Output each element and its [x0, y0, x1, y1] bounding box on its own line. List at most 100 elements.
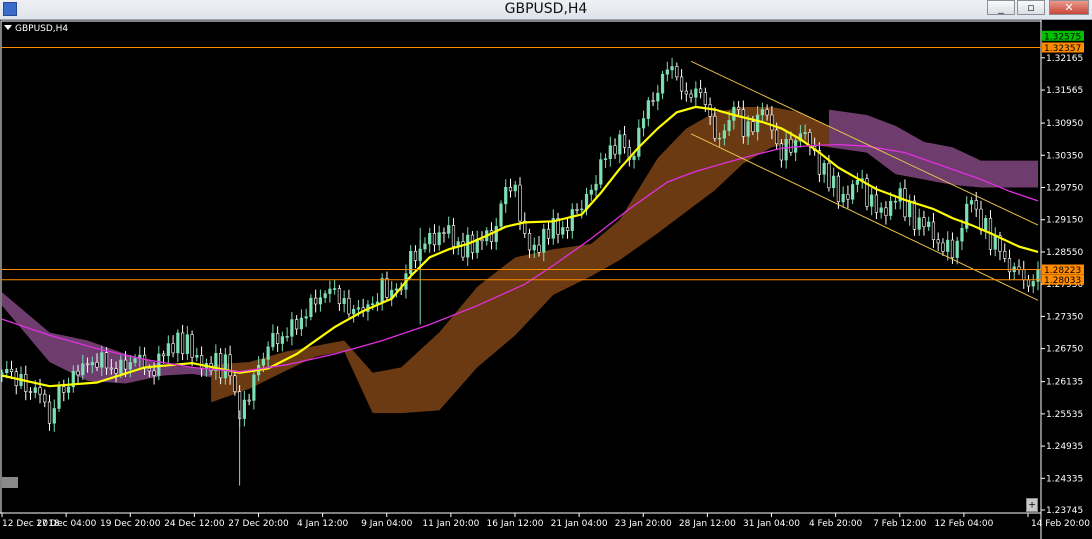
- candle: [908, 194, 912, 226]
- candle: [447, 216, 451, 239]
- price-chart[interactable]: 1.32165 1.31565 1.30950 1.30350 1.29750 1.291…: [0, 20, 1092, 539]
- candle: [965, 196, 969, 233]
- x-axis-tick-label: 7 Feb 12:00: [873, 519, 927, 529]
- candle-body: [247, 399, 251, 402]
- candle: [375, 292, 380, 312]
- candle: [670, 57, 674, 79]
- candle: [603, 153, 608, 168]
- candle: [176, 329, 180, 362]
- candle-body: [941, 242, 945, 252]
- candle-body: [703, 92, 707, 105]
- y-axis-tick-label: 1.29750: [1046, 184, 1083, 194]
- candle-body: [85, 363, 90, 366]
- candle: [1026, 274, 1031, 292]
- chart-symbol-label[interactable]: GBPUSD,H4: [4, 24, 68, 34]
- candle-body: [447, 225, 451, 234]
- price-tag-text: 1.32357: [1044, 44, 1081, 54]
- indicator-marker: [2, 477, 18, 488]
- candle: [413, 245, 418, 269]
- candle-body: [822, 162, 826, 175]
- candle: [166, 335, 170, 365]
- candle: [1022, 260, 1026, 289]
- candle-body: [180, 332, 185, 354]
- candle-body: [874, 194, 879, 213]
- candle-body: [271, 333, 275, 348]
- x-axis-tick-label: 21 Jan 04:00: [551, 519, 608, 529]
- candle: [380, 273, 384, 311]
- candle: [423, 237, 427, 253]
- candle: [185, 325, 189, 361]
- candle-body: [979, 208, 983, 231]
- candle-body: [908, 200, 912, 218]
- minimize-button[interactable]: _: [987, 0, 1015, 15]
- candle-body: [1003, 250, 1007, 259]
- candle: [352, 305, 356, 323]
- candle-body: [347, 298, 351, 315]
- candle-body: [57, 386, 61, 409]
- candle-body: [114, 368, 118, 374]
- candle: [931, 212, 936, 248]
- candle-body: [43, 393, 47, 403]
- candle: [470, 231, 475, 260]
- candle-body: [66, 386, 71, 393]
- candle-body: [969, 200, 974, 205]
- candle-body: [242, 399, 246, 419]
- candle: [432, 224, 437, 252]
- candle: [499, 200, 503, 231]
- candle: [190, 330, 194, 367]
- candle-body: [147, 368, 151, 372]
- candle-body: [903, 188, 907, 218]
- candle-body: [28, 391, 33, 393]
- candle: [993, 227, 997, 257]
- candle-body: [646, 100, 650, 119]
- restore-button[interactable]: ▫: [1017, 0, 1045, 15]
- candle-body: [9, 368, 14, 373]
- chart-area[interactable]: 1.32165 1.31565 1.30950 1.30350 1.29750 1.291…: [0, 20, 1092, 539]
- candle-body: [608, 145, 612, 160]
- candle: [242, 390, 246, 427]
- candle: [665, 61, 669, 82]
- x-axis-tick-label: 9 Jan 04:00: [361, 519, 413, 529]
- candle: [19, 366, 23, 390]
- candle-body: [480, 238, 484, 242]
- candle: [28, 387, 33, 400]
- candle-body: [679, 76, 684, 92]
- candle: [347, 289, 351, 318]
- candle: [361, 298, 365, 317]
- candle: [846, 185, 850, 209]
- candle-body: [656, 92, 660, 102]
- candle-body: [380, 278, 384, 303]
- candle-body: [309, 297, 313, 317]
- chart-shift-button[interactable]: +: [1026, 498, 1038, 512]
- candle-body: [641, 118, 646, 129]
- candle-body: [632, 156, 636, 160]
- candle: [461, 232, 465, 261]
- price-tag: 1.32357: [1042, 42, 1084, 54]
- candle-body: [694, 88, 698, 98]
- candle: [870, 187, 874, 216]
- candle: [546, 222, 551, 245]
- candle-body: [851, 184, 855, 200]
- close-button[interactable]: ✕: [1049, 0, 1089, 15]
- candle-body: [352, 308, 356, 315]
- candle-body: [304, 316, 308, 319]
- candle: [960, 219, 964, 251]
- candle-body: [1026, 279, 1031, 287]
- candle: [889, 192, 893, 221]
- y-axis-tick-label: 1.24335: [1046, 474, 1083, 484]
- candle-body: [889, 200, 893, 216]
- y-axis-tick-label: 1.23745: [1046, 506, 1083, 516]
- candle: [817, 142, 822, 183]
- candle-body: [295, 319, 299, 330]
- price-tag: 1.28033: [1042, 274, 1084, 286]
- candle-body: [413, 250, 418, 261]
- candle: [927, 216, 931, 231]
- candle-body: [451, 225, 456, 247]
- candle: [38, 378, 42, 404]
- candle: [475, 230, 479, 259]
- candle: [295, 315, 299, 335]
- x-axis-tick-label: 19 Dec 20:00: [100, 519, 161, 529]
- candle: [917, 208, 921, 236]
- candle-body: [333, 288, 337, 290]
- candle-body: [841, 193, 845, 203]
